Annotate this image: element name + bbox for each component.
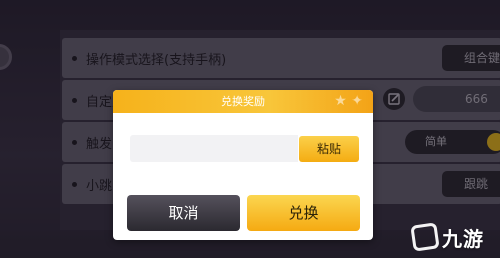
redeem-code-input[interactable] [130,135,298,162]
watermark-text: 九游 [442,226,484,251]
jiuyou-logo-icon [410,222,440,252]
star-decoration-icon: ★ ✦ [334,93,363,109]
watermark: 九游 [410,221,484,253]
cancel-button[interactable]: 取消 [127,195,240,231]
dialog-header: 兑换奖励 ★ ✦ [113,90,373,113]
paste-button[interactable]: 粘贴 [299,136,359,162]
dialog-title: 兑换奖励 [221,95,265,108]
redeem-button[interactable]: 兑换 [247,195,360,231]
redeem-dialog: 兑换奖励 ★ ✦ 粘贴 取消 兑换 [113,90,373,240]
